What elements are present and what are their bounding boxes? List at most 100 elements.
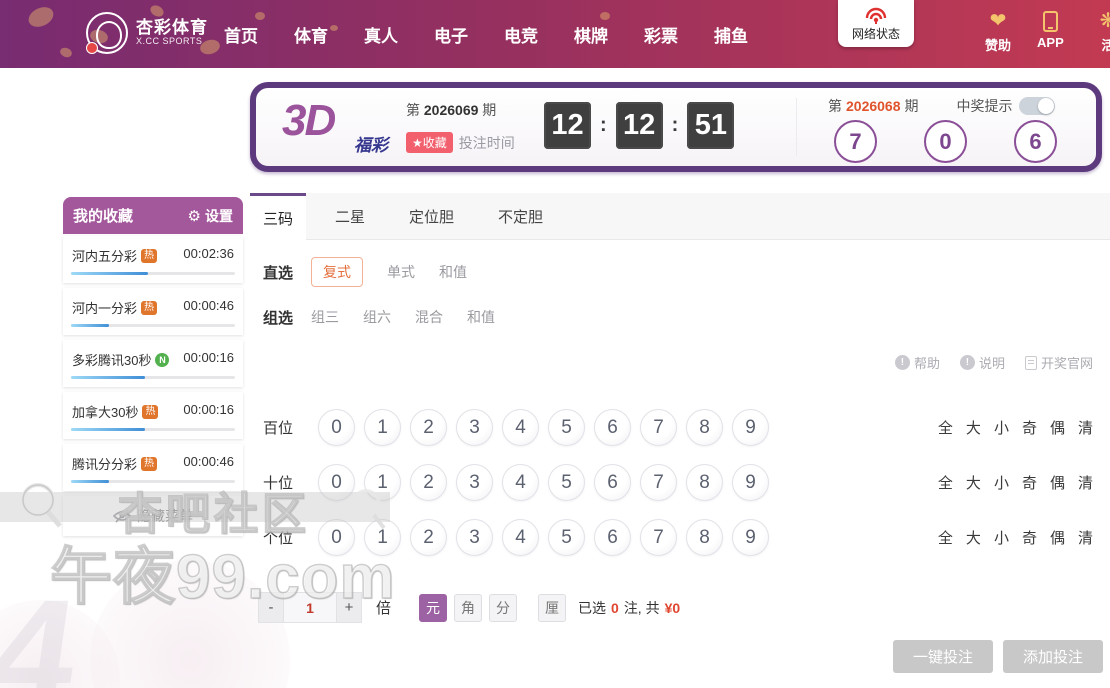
- quick-pick-全[interactable]: 全: [938, 417, 953, 438]
- position-label: 百位: [263, 420, 294, 437]
- action-button-一键投注[interactable]: 一键投注: [893, 640, 993, 673]
- number-ball[interactable]: 2: [410, 519, 447, 556]
- nav-item-捕鱼[interactable]: 捕鱼: [714, 22, 748, 47]
- nav-item-体育[interactable]: 体育: [294, 22, 328, 47]
- play-option-组三[interactable]: 组三: [311, 307, 339, 327]
- quick-pick-偶[interactable]: 偶: [1050, 472, 1065, 493]
- quick-pick-偶[interactable]: 偶: [1050, 527, 1065, 548]
- favorite-item[interactable]: 河内一分彩热 00:00:46: [63, 288, 243, 335]
- nav-action-clipped[interactable]: ❋ 活: [1098, 10, 1110, 54]
- number-ball[interactable]: 9: [732, 464, 769, 501]
- nav-item-棋牌[interactable]: 棋牌: [574, 22, 608, 47]
- number-ball[interactable]: 4: [502, 464, 539, 501]
- nav-item-彩票[interactable]: 彩票: [644, 22, 678, 47]
- tab-定位胆[interactable]: 定位胆: [394, 193, 469, 240]
- play-option-复式[interactable]: 复式: [311, 257, 363, 287]
- number-ball[interactable]: 5: [548, 519, 585, 556]
- win-tip-toggle[interactable]: [1018, 97, 1055, 115]
- number-ball[interactable]: 5: [548, 464, 585, 501]
- network-status-badge[interactable]: 网络状态: [838, 0, 914, 47]
- multiplier-minus-button[interactable]: -: [258, 592, 284, 623]
- nav-item-真人[interactable]: 真人: [364, 22, 398, 47]
- action-button-添加投注[interactable]: 添加投注: [1003, 640, 1103, 673]
- quick-pick-大[interactable]: 大: [966, 472, 981, 493]
- quick-pick-奇[interactable]: 奇: [1022, 527, 1037, 548]
- number-ball[interactable]: 1: [364, 519, 401, 556]
- current-issue-block: 第 2026069 期 ★收藏 投注时间: [406, 100, 556, 153]
- settings-button[interactable]: ⚙ 设置: [188, 206, 233, 226]
- play-option-和值[interactable]: 和值: [439, 262, 467, 282]
- number-ball[interactable]: 9: [732, 409, 769, 446]
- favorite-item[interactable]: 河内五分彩热 00:02:36: [63, 236, 243, 283]
- number-ball[interactable]: 2: [410, 409, 447, 446]
- number-ball[interactable]: 3: [456, 464, 493, 501]
- quick-pick-大[interactable]: 大: [966, 417, 981, 438]
- number-ball[interactable]: 4: [502, 409, 539, 446]
- multiplier-plus-button[interactable]: +: [336, 592, 362, 623]
- number-ball[interactable]: 4: [502, 519, 539, 556]
- favorite-item[interactable]: 腾讯分分彩热 00:00:46: [63, 444, 243, 491]
- quick-pick-小[interactable]: 小: [994, 417, 1009, 438]
- help-link-说明[interactable]: ! 说明: [959, 353, 1005, 372]
- quick-pick-清[interactable]: 清: [1078, 417, 1093, 438]
- quick-pick-清[interactable]: 清: [1078, 472, 1093, 493]
- quick-pick-奇[interactable]: 奇: [1022, 417, 1037, 438]
- number-ball[interactable]: 0: [318, 519, 355, 556]
- number-ball[interactable]: 7: [640, 519, 677, 556]
- favorite-button[interactable]: ★收藏: [406, 132, 453, 153]
- result-ball: 0: [924, 120, 967, 163]
- favorite-item[interactable]: 加拿大30秒热 00:00:16: [63, 392, 243, 439]
- number-ball[interactable]: 3: [456, 409, 493, 446]
- quick-pick-全[interactable]: 全: [938, 472, 953, 493]
- help-link-开奖官网[interactable]: 开奖官网: [1024, 353, 1093, 372]
- tab-二星[interactable]: 二星: [320, 193, 380, 240]
- unit-button-角[interactable]: 角: [454, 593, 483, 622]
- number-ball[interactable]: 2: [410, 464, 447, 501]
- unit-button-厘[interactable]: 厘: [538, 593, 567, 622]
- total-amount: ¥0: [664, 599, 681, 616]
- nav-item-首页[interactable]: 首页: [224, 22, 258, 47]
- number-ball[interactable]: 5: [548, 409, 585, 446]
- number-ball[interactable]: 7: [640, 409, 677, 446]
- number-ball[interactable]: 6: [594, 464, 631, 501]
- number-ball[interactable]: 7: [640, 464, 677, 501]
- play-option-和值[interactable]: 和值: [467, 307, 495, 327]
- multiplier-value[interactable]: 1: [284, 592, 336, 623]
- favorite-item[interactable]: 多彩腾讯30秒 N 00:00:16: [63, 340, 243, 387]
- unit-button-分[interactable]: 分: [489, 593, 518, 622]
- quick-pick-全[interactable]: 全: [938, 527, 953, 548]
- quick-pick-小[interactable]: 小: [994, 527, 1009, 548]
- number-ball[interactable]: 0: [318, 409, 355, 446]
- quick-pick-奇[interactable]: 奇: [1022, 472, 1037, 493]
- play-option-单式[interactable]: 单式: [387, 262, 415, 282]
- unit-button-元[interactable]: 元: [419, 593, 448, 622]
- nav-action-sponsor[interactable]: ❤ 赞助: [985, 10, 1011, 54]
- number-ball[interactable]: 3: [456, 519, 493, 556]
- number-ball[interactable]: 1: [364, 409, 401, 446]
- number-ball[interactable]: 8: [686, 409, 723, 446]
- quick-pick-偶[interactable]: 偶: [1050, 417, 1065, 438]
- hide-menu-button[interactable]: 隐藏菜单: [63, 496, 243, 536]
- nav-item-电竞[interactable]: 电竞: [504, 22, 538, 47]
- nav-item-电子[interactable]: 电子: [434, 22, 468, 47]
- help-link-帮助[interactable]: ! 帮助: [894, 353, 940, 372]
- number-ball[interactable]: 8: [686, 464, 723, 501]
- nav-action-app[interactable]: APP: [1037, 10, 1064, 54]
- quick-pick-清[interactable]: 清: [1078, 527, 1093, 548]
- number-ball[interactable]: 8: [686, 519, 723, 556]
- tab-三码[interactable]: 三码: [250, 193, 307, 240]
- favorite-item-countdown: 00:00:16: [183, 402, 234, 417]
- number-ball[interactable]: 6: [594, 409, 631, 446]
- number-ball[interactable]: 1: [364, 464, 401, 501]
- play-option-组六[interactable]: 组六: [363, 307, 391, 327]
- number-ball[interactable]: 6: [594, 519, 631, 556]
- quick-pick-小[interactable]: 小: [994, 472, 1009, 493]
- play-option-混合[interactable]: 混合: [415, 307, 443, 327]
- quick-pick-大[interactable]: 大: [966, 527, 981, 548]
- number-ball[interactable]: 9: [732, 519, 769, 556]
- coin-icon: [25, 3, 57, 31]
- tab-不定胆[interactable]: 不定胆: [483, 193, 558, 240]
- number-ball[interactable]: 0: [318, 464, 355, 501]
- progress-fill: [71, 272, 149, 275]
- brand-logo[interactable]: 杏彩体育 X.CC SPORTS: [86, 12, 208, 54]
